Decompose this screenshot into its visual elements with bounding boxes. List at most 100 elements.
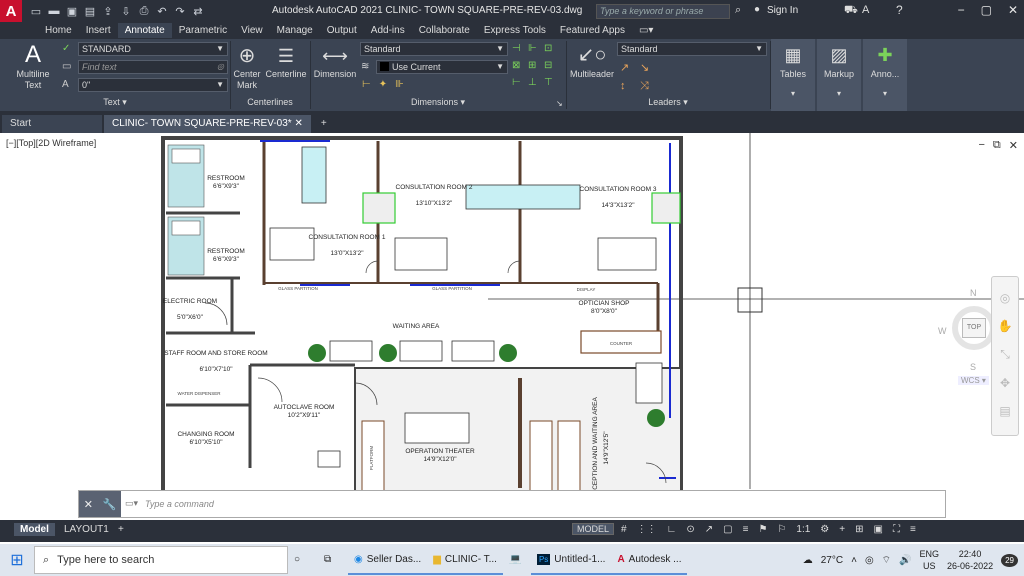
ribbon-tab-express-tools[interactable]: Express Tools [477,23,553,38]
notifications-badge[interactable]: 29 [1001,553,1018,567]
ortho-icon[interactable]: ∟ [664,524,680,535]
open-web-icon[interactable]: ⇪ [102,5,114,18]
dimensions-panel-label[interactable]: Dimensions ▾ [310,97,566,110]
taskbar-autocad[interactable]: A Autodesk ... [611,545,688,575]
clock[interactable]: 22:40 26-06-2022 [947,548,993,572]
check-spelling-icon[interactable]: ✓ [62,43,70,54]
align-leader-icon[interactable]: ↕ [620,80,640,93]
new-file-icon[interactable]: ▭ [30,5,42,18]
command-input[interactable]: Type a command [145,499,214,509]
taskbar-edge[interactable]: ◉ Seller Das... [348,545,428,575]
dimension-settings-icon[interactable]: ↘ [556,99,563,108]
minimize-icon[interactable]: − [958,3,965,17]
save-as-icon[interactable]: ▤ [84,5,96,18]
ribbon-tab-add-ins[interactable]: Add-ins [364,23,412,38]
drawing-canvas[interactable]: [−][Top][2D Wireframe] − ⧉ ✕ RESTROOM 6'… [0,133,1024,520]
lineweight-icon[interactable]: ≡ [740,524,752,535]
center-mark-button[interactable]: ⊕ Center Mark [232,43,262,91]
close-icon[interactable]: ✕ [1008,3,1018,17]
leader-style-select[interactable]: Standard ▼ [617,42,767,56]
annotation-scaling-button[interactable]: ✚ Anno... ▾ [863,39,907,111]
jog-icon[interactable]: ⊞ [528,60,544,71]
break-icon[interactable]: ⊢ [362,79,371,90]
inspect-icon[interactable]: ⊠ [512,60,528,71]
network-icon[interactable]: ◎ [865,555,874,566]
maximize-icon[interactable]: ▢ [981,3,992,17]
wcs-menu[interactable]: WCS ▾ [958,376,989,385]
ribbon-tab-parametric[interactable]: Parametric [172,23,234,38]
weather-icon[interactable]: ☁ [803,555,813,566]
redo-icon[interactable]: ↷ [174,5,186,18]
multiline-text-button[interactable]: A Multiline Text [10,41,56,91]
object-snap-icon[interactable]: ▢ [720,524,735,535]
close-command-icon[interactable]: ✕ [84,498,93,511]
customization-icon[interactable]: ≡ [907,524,919,535]
open-folder-icon[interactable]: ▬ [48,5,60,18]
print-icon[interactable]: ⎙ [138,5,150,18]
taskbar-search[interactable]: ⌕ Type here to search [34,546,288,574]
weather-temp[interactable]: 27°C [821,555,843,566]
ribbon-tab-annotate[interactable]: Annotate [117,23,172,38]
settings-icon[interactable]: ⚙ [817,524,832,535]
ribbon-tab-insert[interactable]: Insert [79,23,118,38]
ribbon-tab-output[interactable]: Output [320,23,364,38]
quick-dim-icon[interactable]: ⊣ [512,43,528,54]
ribbon-tab-collaborate[interactable]: Collaborate [412,23,477,38]
volume-icon[interactable]: 🔊 [899,555,911,566]
viewcube-top-face[interactable]: TOP [962,318,986,338]
ribbon-tab-featured-apps[interactable]: Featured Apps [553,23,632,38]
adjust-space-icon[interactable]: ✦ [379,79,387,90]
dimension-layer-select[interactable]: Use Current ▼ [376,60,508,74]
orbit-icon[interactable]: ✥ [992,376,1018,390]
units-icon[interactable]: ⊞ [852,524,866,535]
save-icon[interactable]: ▣ [66,5,78,18]
hardware-icon[interactable]: ▣ [871,524,886,535]
task-view-icon[interactable]: ⧉ [318,545,348,575]
text-panel-label[interactable]: Text ▾ [0,97,230,110]
multileader-button[interactable]: ↙○ Multileader [568,41,616,80]
snap-icon[interactable]: ⋮⋮ [634,524,660,535]
ribbon-tab-home[interactable]: Home [38,23,79,38]
grid-icon[interactable]: # [618,524,630,535]
help-search-input[interactable]: Type a keyword or phrase [596,4,730,19]
recent-commands-icon[interactable]: ▭▾ [125,498,138,509]
tables-button[interactable]: ▦ Tables ▾ [771,39,815,111]
dim-update-icon[interactable]: ⊡ [544,43,560,54]
ribbon-tab-view[interactable]: View [234,23,270,38]
oblique-icon[interactable]: ⊟ [544,60,560,71]
reassociate-icon[interactable]: ⊥ [528,77,544,88]
showmotion-icon[interactable]: ▤ [992,404,1018,418]
search-icon[interactable]: ⌕ [735,4,741,17]
save-web-icon[interactable]: ⇩ [120,5,132,18]
tray-expand-icon[interactable]: ˄ [851,555,857,566]
drawing-tab[interactable]: CLINIC- TOWN SQUARE-PRE-REV-03* ✕ [104,115,311,133]
cart-icon[interactable]: ⛟ [844,4,858,18]
leaders-panel-label[interactable]: Leaders ▾ [566,97,770,110]
zoom-extents-icon[interactable]: ⤡ [992,347,1018,362]
continue-icon[interactable]: ⊪ [395,79,404,90]
close-tab-icon[interactable]: ✕ [294,118,302,129]
text-style-select[interactable]: STANDARD ▼ [78,42,228,56]
override-icon[interactable]: ⊢ [512,77,528,88]
tolerance-icon[interactable]: ⊤ [544,77,560,88]
plus-icon[interactable]: + [836,524,848,535]
auto-scale-icon[interactable]: ⚐ [774,524,789,535]
steering-wheel-icon[interactable]: ◎ [992,291,1018,305]
customize-icon[interactable]: 🔧 [103,498,117,511]
user-icon[interactable]: ● [754,4,760,15]
add-leader-icon[interactable]: ↗ [620,61,640,74]
polar-icon[interactable]: ⊙ [683,524,697,535]
sign-in-button[interactable]: Sign In [767,5,798,16]
windows-start-icon[interactable]: ⊞ [0,550,34,570]
new-layout-button[interactable]: + [112,523,130,536]
annotation-visibility-icon[interactable]: ⚑ [755,524,770,535]
new-tab-button[interactable]: + [313,115,335,133]
centerline-button[interactable]: ☰ Centerline [264,43,308,80]
annotation-scale[interactable]: 1:1 [793,524,813,535]
markup-button[interactable]: ▨ Markup ▾ [817,39,861,111]
dimension-style-select[interactable]: Standard ▼ [360,42,508,56]
language-indicator[interactable]: ENG US [920,548,940,572]
cortana-icon[interactable]: ○ [288,545,318,575]
find-text-input[interactable]: Find text ◎ [78,60,228,74]
text-height-select[interactable]: 0" ▼ [78,78,228,92]
